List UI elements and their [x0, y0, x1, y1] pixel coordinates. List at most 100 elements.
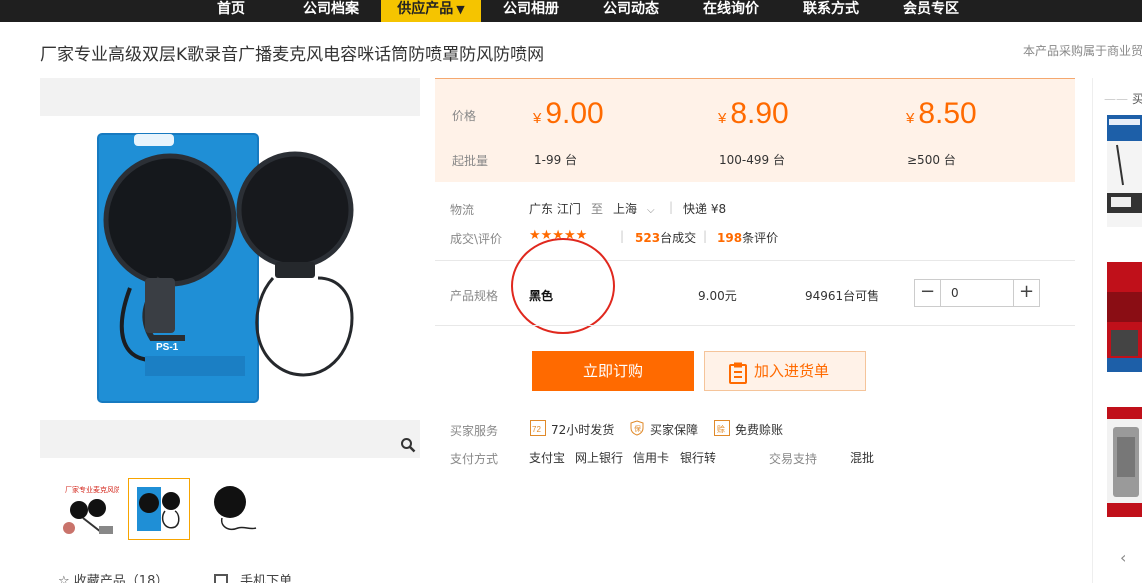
nav-news-label: 公司动态: [603, 1, 659, 17]
favorite-product[interactable]: ☆ 收藏产品（18）: [58, 570, 168, 583]
deals-label: 成交\评价: [450, 232, 503, 246]
sold-unit: 台成交: [660, 231, 697, 245]
product-title: 厂家专业高级双层K歌录音广播麦克风电容咪话筒防喷罩防风防喷网: [40, 45, 545, 65]
payment-credit-card: 信用卡: [633, 451, 670, 465]
range-tier-2: 100-499 台: [719, 153, 785, 167]
nav-inquiry-label: 在线询价: [703, 1, 759, 17]
svg-text:赊: 赊: [717, 424, 725, 434]
nav-album[interactable]: 公司相册: [495, 0, 567, 22]
mobile-order[interactable]: 手机下单: [214, 570, 292, 583]
nav-members-label: 会员专区: [903, 1, 959, 17]
nav-products-label: 供应产品: [397, 1, 454, 17]
qr-code-icon: [214, 574, 228, 583]
nav-inquiry[interactable]: 在线询价: [695, 0, 767, 22]
svg-text:保: 保: [634, 424, 641, 433]
buy-now-button[interactable]: 立即订购: [532, 351, 694, 391]
payment-online-bank: 网上银行: [575, 451, 624, 465]
trade-support-value: 混批: [850, 451, 875, 465]
destination-select[interactable]: 上海 ⌵: [613, 200, 655, 217]
highlight-circle-annotation: [511, 238, 615, 334]
price-tier-1: ¥9.00: [533, 97, 604, 131]
nav-company-profile-label: 公司档案: [303, 1, 359, 17]
currency-symbol: ¥: [718, 110, 727, 127]
nav-members[interactable]: 会员专区: [895, 0, 967, 22]
moq-label: 起批量: [452, 154, 489, 168]
thumbnail-3[interactable]: [198, 478, 260, 540]
main-product-image[interactable]: PS-1: [90, 128, 380, 406]
sidebar-ad-3[interactable]: [1107, 407, 1142, 517]
increase-button[interactable]: +: [1013, 280, 1039, 306]
ship-from: 广东 江门: [529, 202, 581, 216]
add-to-cart-label: 加入进货单: [754, 362, 830, 380]
payment-bank-transfer: 银行转: [680, 451, 717, 465]
nav-home-label: 首页: [217, 1, 245, 17]
nav-album-label: 公司相册: [503, 1, 559, 17]
sidebar-ad-2[interactable]: [1107, 262, 1142, 372]
gallery-top-bar: [40, 78, 420, 116]
payment-label: 支付方式: [450, 452, 499, 466]
review-count[interactable]: 198条评价: [717, 229, 778, 246]
express-fee: 快递 ¥8: [683, 202, 727, 216]
star-outline-icon: ☆: [58, 574, 70, 583]
chevron-down-icon: ⌵: [647, 205, 655, 216]
range-tier-3: ≥500 台: [907, 153, 956, 167]
price-label: 价格: [452, 109, 477, 123]
sidebar-title: —— 买: [1104, 90, 1142, 107]
separator: |: [703, 229, 708, 243]
shield-icon: 保: [629, 420, 645, 436]
spec-stock: 94961台可售: [805, 289, 880, 303]
nav-home[interactable]: 首页: [200, 0, 262, 22]
sidebar-title-text: 买: [1132, 92, 1142, 106]
chevron-down-icon: ▼: [456, 3, 465, 16]
thumbnail-2[interactable]: [128, 478, 190, 540]
mobile-order-label: 手机下单: [240, 574, 293, 583]
add-to-cart-button[interactable]: 加入进货单: [704, 351, 866, 391]
sold-number: 523: [635, 231, 661, 245]
service-protection[interactable]: 买家保障: [650, 421, 698, 438]
svg-text:72: 72: [532, 425, 541, 434]
package-model-label: PS-1: [156, 342, 179, 353]
price-tier-2: ¥8.90: [718, 97, 789, 131]
price-tier-3: ¥8.50: [906, 97, 977, 131]
price-value: 8.90: [730, 97, 789, 130]
gallery-bottom-bar: [40, 420, 420, 458]
service-credit[interactable]: 免费赊账: [735, 421, 783, 438]
search-icon[interactable]: [400, 437, 416, 453]
thumbnail-1-caption: 厂家专业麦克风防喷罩: [65, 485, 119, 494]
nav-company-profile[interactable]: 公司档案: [295, 0, 367, 22]
nav-contact-label: 联系方式: [803, 1, 859, 17]
favorite-product-label: 收藏产品（18）: [73, 574, 169, 583]
top-navigation-bar: 首页 公司档案 供应产品 ▼ 公司相册 公司动态 在线询价 联系方式 会员专区: [0, 0, 1142, 22]
shipping-72h-icon: 72: [530, 420, 546, 436]
spec-price: 9.00元: [698, 289, 737, 303]
decrease-button[interactable]: −: [915, 280, 941, 306]
to-word: 至: [591, 202, 604, 216]
nav-news[interactable]: 公司动态: [595, 0, 667, 22]
thumbnail-1[interactable]: 厂家专业麦克风防喷罩: [57, 478, 119, 540]
sold-count[interactable]: 523台成交: [635, 229, 696, 246]
separator: |: [620, 229, 625, 243]
sidebar-ad-1[interactable]: [1107, 115, 1142, 227]
currency-symbol: ¥: [533, 110, 542, 127]
purchase-note: 本产品采购属于商业贸: [1023, 44, 1142, 58]
review-number: 198: [717, 231, 743, 245]
credit-icon: 赊: [714, 420, 730, 436]
price-value: 8.50: [918, 97, 977, 130]
nav-contact[interactable]: 联系方式: [795, 0, 867, 22]
services-label: 买家服务: [450, 424, 499, 438]
spec-label: 产品规格: [450, 289, 499, 303]
price-value: 9.00: [545, 97, 604, 130]
destination-value: 上海: [613, 202, 638, 216]
nav-products[interactable]: 供应产品 ▼: [381, 0, 481, 22]
range-tier-1: 1-99 台: [534, 153, 578, 167]
price-panel: 价格 起批量 ¥9.00 ¥8.90 ¥8.50 1-99 台 100-499 …: [435, 78, 1075, 182]
chevron-left-icon[interactable]: ‹: [1120, 548, 1126, 567]
clipboard-icon: [729, 360, 747, 398]
service-72h[interactable]: 72小时发货: [551, 421, 614, 438]
divider: [435, 325, 1075, 326]
quantity-input[interactable]: 0: [951, 286, 959, 300]
logistics-label: 物流: [450, 203, 475, 217]
trade-support-label: 交易支持: [769, 452, 818, 466]
currency-symbol: ¥: [906, 110, 915, 127]
quantity-stepper: − 0 +: [914, 279, 1040, 307]
